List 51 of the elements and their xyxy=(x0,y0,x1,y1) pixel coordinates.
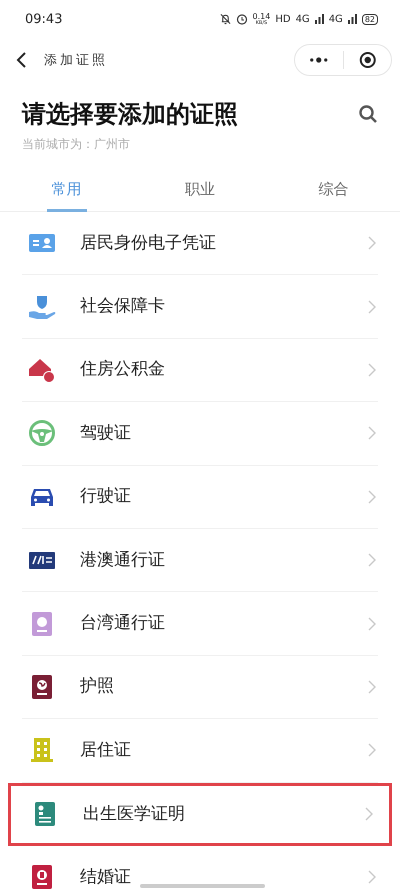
network-speed: 0.14 xyxy=(252,12,270,20)
item-label: 驾驶证 xyxy=(80,424,131,442)
chevron-icon xyxy=(368,362,376,377)
city-label: 当前城市为：广州市 xyxy=(22,136,131,153)
item-label: 结婚证 xyxy=(80,868,131,886)
item-label: 港澳通行证 xyxy=(80,552,165,569)
chevron-icon xyxy=(368,490,376,504)
network-label: 4G xyxy=(296,14,310,24)
back-icon[interactable] xyxy=(14,51,28,69)
list-item[interactable]: 居民身份电子凭证 xyxy=(22,212,378,276)
list-item[interactable]: 行驶证 xyxy=(22,466,378,529)
signal-icon xyxy=(314,14,324,24)
list-item[interactable]: 驾驶证 xyxy=(22,402,378,466)
search-icon[interactable] xyxy=(358,104,378,124)
network-label: 4G xyxy=(328,14,343,24)
page-title: 添加证照 xyxy=(44,52,109,69)
item-label: 出生医学证明 xyxy=(83,806,185,823)
tab[interactable]: 职业 xyxy=(133,174,267,211)
item-label: 护照 xyxy=(80,678,114,696)
hd-label: HD xyxy=(275,14,291,24)
list-item[interactable]: 居住证 xyxy=(22,719,378,783)
steering-wheel-icon xyxy=(28,419,56,448)
battery-level: 82 xyxy=(362,14,378,24)
status-time: 09:43 xyxy=(25,12,64,26)
highlight-box[interactable]: 出生医学证明 xyxy=(8,782,392,846)
signal-icon xyxy=(348,14,357,24)
chevron-icon xyxy=(368,743,376,758)
chevron-icon xyxy=(368,236,376,250)
bell-off-icon xyxy=(220,13,231,25)
list-item[interactable]: 护照 xyxy=(22,656,378,720)
chevron-icon xyxy=(368,616,376,631)
tab[interactable]: 综合 xyxy=(266,174,400,211)
chevron-icon xyxy=(368,680,376,694)
item-label: 台湾通行证 xyxy=(80,615,165,632)
building-icon xyxy=(28,736,56,764)
list-item[interactable]: 台湾通行证 xyxy=(22,592,378,656)
item-label: 住房公积金 xyxy=(80,361,165,378)
item-label: 居住证 xyxy=(80,742,131,759)
item-label: 居民身份电子凭证 xyxy=(80,234,216,252)
item-label: 行驶证 xyxy=(80,488,131,506)
item-label: 社会保障卡 xyxy=(80,298,165,316)
chevron-icon xyxy=(368,426,376,440)
chevron-icon xyxy=(368,300,376,314)
list-item[interactable]: 社会保障卡 xyxy=(22,275,378,339)
alarm-icon xyxy=(236,13,248,25)
list-item[interactable]: 住房公积金 xyxy=(22,338,378,402)
chevron-icon xyxy=(368,553,376,568)
list-item[interactable]: 港澳通行证 xyxy=(22,528,378,592)
chevron-icon xyxy=(368,870,376,884)
chevron-icon xyxy=(365,807,373,822)
heading: 请选择要添加的证照 xyxy=(22,99,239,130)
